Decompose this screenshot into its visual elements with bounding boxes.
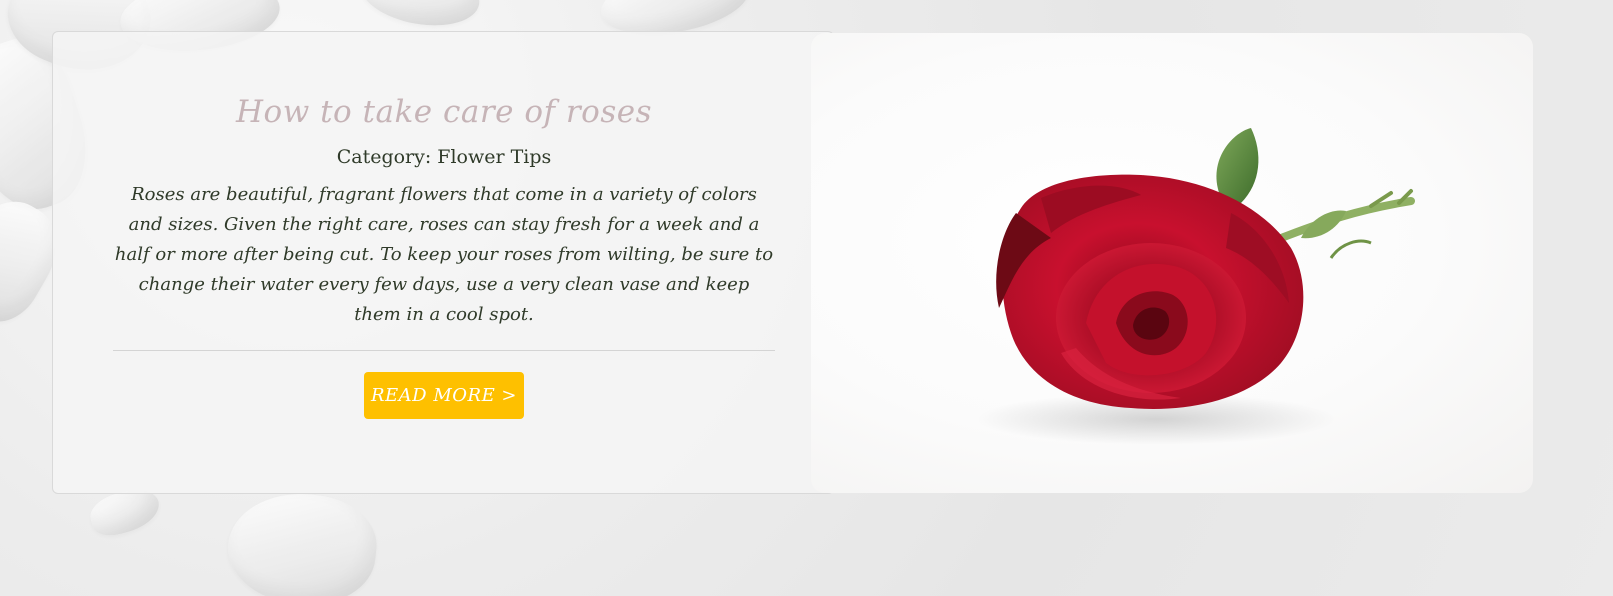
post-excerpt: Roses are beautiful, fragrant flowers th… [114, 184, 774, 325]
post-card: How to take care of roses Category: Flowe… [52, 31, 834, 494]
read-more-button[interactable]: READ MORE > [364, 372, 524, 419]
post-image [811, 33, 1533, 493]
rose-sepal [1329, 239, 1372, 259]
post-category: Category: Flower Tips [113, 146, 775, 168]
post-title: How to take care of roses [236, 94, 652, 130]
rose-stem [1277, 197, 1415, 242]
background-petal [222, 486, 382, 596]
post-content: How to take care of roses Category: Flowe… [113, 32, 775, 419]
category-label: Category: [336, 146, 432, 168]
divider [113, 350, 775, 351]
rose-image [976, 128, 1415, 445]
category-value[interactable]: Flower Tips [437, 146, 551, 168]
background-petal [355, 0, 485, 34]
rose-leaf [1216, 128, 1259, 203]
